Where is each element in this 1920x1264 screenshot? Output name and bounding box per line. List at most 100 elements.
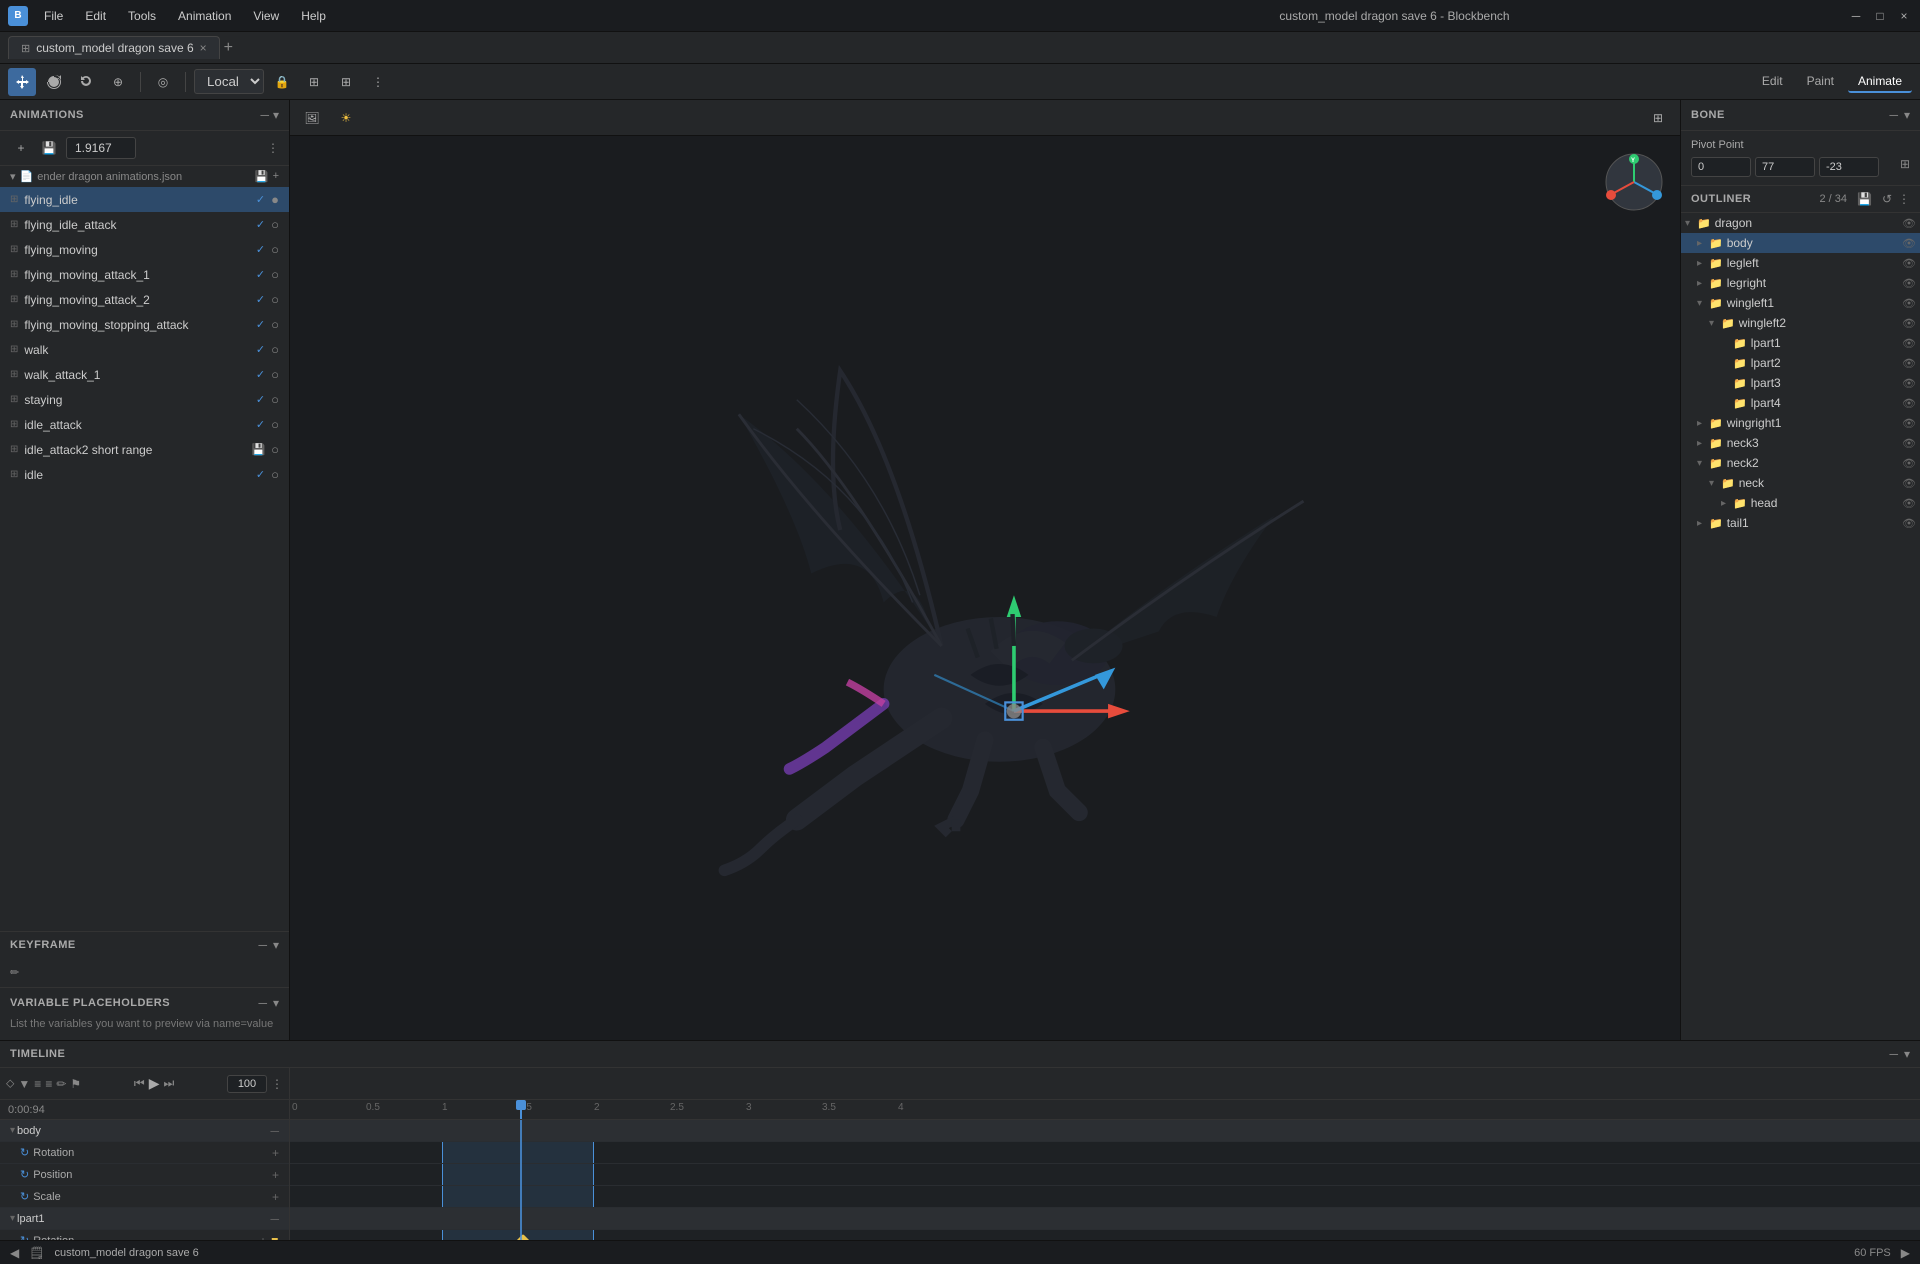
- anim-circle-4[interactable]: ○: [271, 292, 279, 307]
- anim-item-2[interactable]: ⊞ flying_moving ✓ ○: [0, 237, 289, 262]
- timeline-collapse-button[interactable]: ─: [1889, 1047, 1898, 1061]
- anim-circle-9[interactable]: ○: [271, 417, 279, 432]
- file-add-button[interactable]: +: [273, 170, 279, 183]
- menu-view[interactable]: View: [243, 5, 289, 27]
- timeline-next-button[interactable]: ⏭: [163, 1076, 174, 1091]
- outliner-item-lpart3[interactable]: 📁 lpart3 👁: [1681, 373, 1920, 393]
- anim-item-5[interactable]: ⊞ flying_moving_stopping_attack ✓ ○: [0, 312, 289, 337]
- anim-check-11[interactable]: ✓: [256, 468, 265, 481]
- eye-button-legright[interactable]: 👁: [1902, 277, 1916, 290]
- outliner-item-lpart4[interactable]: 📁 lpart4 👁: [1681, 393, 1920, 413]
- timeline-flag-button[interactable]: ⚑: [70, 1077, 81, 1091]
- keyframe-lpart1-rotation-0[interactable]: [516, 1234, 530, 1240]
- timeline-play-button[interactable]: ▶: [149, 1075, 160, 1092]
- anim-check-3[interactable]: ✓: [256, 268, 265, 281]
- tl-add-body-rotation[interactable]: +: [272, 1146, 279, 1160]
- tl-expand-lpart1[interactable]: ▾: [10, 1213, 15, 1224]
- outliner-item-lpart1[interactable]: 📁 lpart1 👁: [1681, 333, 1920, 353]
- anim-circle-8[interactable]: ○: [271, 392, 279, 407]
- animation-more-button[interactable]: ⋮: [267, 141, 279, 155]
- bone-collapse-button[interactable]: ─: [1889, 108, 1898, 122]
- anim-check-8[interactable]: ✓: [256, 393, 265, 406]
- anim-circle-7[interactable]: ○: [271, 367, 279, 382]
- anim-save-10[interactable]: 💾: [251, 443, 265, 456]
- keyframe-expand-button[interactable]: ▾: [273, 938, 279, 952]
- time-input[interactable]: 1.9167: [66, 137, 136, 159]
- eye-button-legleft[interactable]: 👁: [1902, 257, 1916, 270]
- anim-item-11[interactable]: ⊞ idle ✓ ○: [0, 462, 289, 487]
- outliner-item-neck2[interactable]: ▾ 📁 neck2 👁: [1681, 453, 1920, 473]
- next-page-button[interactable]: ▶: [1901, 1246, 1910, 1260]
- tab-close-button[interactable]: ×: [200, 41, 207, 55]
- file-save-button[interactable]: 💾: [255, 170, 269, 183]
- viewport-gizmo[interactable]: Y: [1604, 152, 1664, 212]
- anim-circle-5[interactable]: ○: [271, 317, 279, 332]
- outliner-item-legleft[interactable]: ▸ 📁 legleft 👁: [1681, 253, 1920, 273]
- active-tab[interactable]: ⊞ custom_model dragon save 6 ×: [8, 36, 220, 59]
- maximize-button[interactable]: □: [1872, 8, 1888, 24]
- tl-row-body-position[interactable]: ↻ Position +: [0, 1164, 289, 1186]
- timeline-align2-button[interactable]: ≡: [45, 1077, 52, 1091]
- bone-expand-button[interactable]: ▾: [1904, 108, 1910, 122]
- eye-button-lpart4[interactable]: 👁: [1902, 397, 1916, 410]
- tab-edit[interactable]: Edit: [1752, 71, 1793, 93]
- save-animation-button[interactable]: 💾: [38, 137, 60, 159]
- eye-button-lpart3[interactable]: 👁: [1902, 377, 1916, 390]
- outliner-item-neck[interactable]: ▾ 📁 neck 👁: [1681, 473, 1920, 493]
- lock-button[interactable]: 🔒: [268, 68, 296, 96]
- eye-button-lpart1[interactable]: 👁: [1902, 337, 1916, 350]
- outliner-item-dragon[interactable]: ▾ 📁 dragon 👁: [1681, 213, 1920, 233]
- pivot-y-input[interactable]: 77: [1755, 157, 1815, 177]
- anim-item-10[interactable]: ⊞ idle_attack2 short range 💾 ○: [0, 437, 289, 462]
- variable-expand-button[interactable]: ▾: [273, 996, 279, 1010]
- snap-button[interactable]: ⊞: [300, 68, 328, 96]
- rotate-tool-button[interactable]: [40, 68, 68, 96]
- pivot-expand-button[interactable]: ⊞: [1900, 157, 1910, 177]
- origin-button[interactable]: ⊕: [104, 68, 132, 96]
- timeline-ruler[interactable]: 0 0.5 1 1.5 2 2.5 3 3.5 4: [290, 1100, 1920, 1120]
- viewport-canvas[interactable]: Y: [290, 136, 1680, 1040]
- anim-check-4[interactable]: ✓: [256, 293, 265, 306]
- anim-check-9[interactable]: ✓: [256, 418, 265, 431]
- eye-button-body[interactable]: 👁: [1902, 237, 1916, 250]
- timeline-prev-button[interactable]: ⏮: [134, 1076, 145, 1091]
- eye-button-tail1[interactable]: 👁: [1902, 517, 1916, 530]
- anim-circle-1[interactable]: ○: [271, 217, 279, 232]
- anim-circle-2[interactable]: ○: [271, 242, 279, 257]
- anim-circle-10[interactable]: ○: [271, 442, 279, 457]
- tl-row-body[interactable]: ▾ body ─: [0, 1120, 289, 1142]
- add-animation-button[interactable]: +: [10, 137, 32, 159]
- eye-button-wingright1[interactable]: 👁: [1902, 417, 1916, 430]
- pivot-z-input[interactable]: -23: [1819, 157, 1879, 177]
- new-tab-button[interactable]: +: [224, 39, 233, 57]
- outliner-item-lpart2[interactable]: 📁 lpart2 👁: [1681, 353, 1920, 373]
- tl-add-body-position[interactable]: +: [272, 1168, 279, 1182]
- menu-file[interactable]: File: [34, 5, 73, 27]
- undo-button[interactable]: [72, 68, 100, 96]
- viewport-grid-button[interactable]: ⊞: [1644, 104, 1672, 132]
- anim-check-0[interactable]: ✓: [256, 193, 265, 206]
- anim-item-8[interactable]: ⊞ staying ✓ ○: [0, 387, 289, 412]
- tl-add-lpart1-rotation[interactable]: +: [260, 1234, 267, 1241]
- anim-item-7[interactable]: ⊞ walk_attack_1 ✓ ○: [0, 362, 289, 387]
- animations-expand-button[interactable]: ▾: [273, 108, 279, 122]
- transform-mode-select[interactable]: Local: [194, 69, 264, 94]
- tab-paint[interactable]: Paint: [1797, 71, 1844, 93]
- move-tool-button[interactable]: [8, 68, 36, 96]
- tl-row-body-rotation[interactable]: ↻ Rotation +: [0, 1142, 289, 1164]
- menu-animation[interactable]: Animation: [168, 5, 241, 27]
- prev-page-button[interactable]: ◀: [10, 1246, 19, 1260]
- outliner-item-wingright1[interactable]: ▸ 📁 wingright1 👁: [1681, 413, 1920, 433]
- menu-tools[interactable]: Tools: [118, 5, 166, 27]
- outliner-item-wingleft1[interactable]: ▾ 📁 wingleft1 👁: [1681, 293, 1920, 313]
- outliner-more-button[interactable]: ⋮: [1898, 192, 1910, 206]
- timeline-playhead[interactable]: [520, 1100, 522, 1119]
- anim-item-1[interactable]: ⊞ flying_idle_attack ✓ ○: [0, 212, 289, 237]
- timeline-pencil-button[interactable]: ✏: [56, 1077, 66, 1091]
- tl-keyframe-lpart1-rotation[interactable]: ◆: [267, 1233, 282, 1240]
- outliner-item-neck3[interactable]: ▸ 📁 neck3 👁: [1681, 433, 1920, 453]
- tl-minus-lpart1[interactable]: ─: [270, 1212, 279, 1226]
- outliner-item-body[interactable]: ▸ 📁 body 👁: [1681, 233, 1920, 253]
- grid-button[interactable]: ⊞: [332, 68, 360, 96]
- eye-button-neck2[interactable]: 👁: [1902, 457, 1916, 470]
